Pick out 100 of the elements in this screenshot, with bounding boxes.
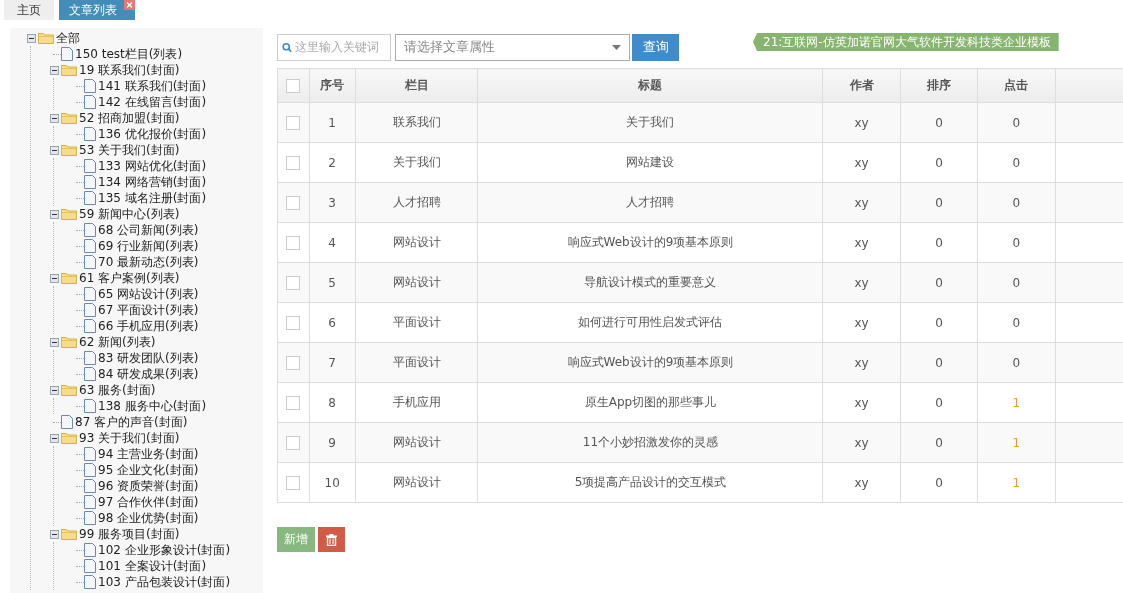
tree-item[interactable]: 59 新闻中心(列表) <box>79 205 180 223</box>
page-icon <box>84 367 96 381</box>
tree-item[interactable]: 95 企业文化(封面) <box>98 461 199 479</box>
tree-item[interactable]: 135 域名注册(封面) <box>98 189 207 207</box>
page-icon <box>84 95 96 109</box>
checkbox[interactable] <box>286 355 301 370</box>
index-cell: 3 <box>309 182 356 223</box>
column-header: 点击 <box>977 68 1056 103</box>
checkbox[interactable] <box>286 195 301 210</box>
checkbox[interactable] <box>286 315 301 330</box>
column-header: 栏目 <box>355 68 478 103</box>
collapse-icon[interactable] <box>49 113 59 123</box>
page-icon <box>84 175 96 189</box>
tree-item[interactable]: 101 全案设计(封面) <box>98 557 207 575</box>
folder-icon <box>61 112 77 124</box>
tab[interactable]: 文章列表 <box>59 0 135 20</box>
clicks-cell: 1 <box>977 422 1056 463</box>
tree-item[interactable]: 150 test栏目(列表) <box>75 45 183 63</box>
collapse-icon[interactable] <box>49 65 59 75</box>
page-icon <box>84 319 96 333</box>
title-cell: 关于我们 <box>477 102 823 143</box>
tree-item[interactable]: 70 最新动态(列表) <box>98 253 199 271</box>
tree-item[interactable]: 138 服务中心(封面) <box>98 397 207 415</box>
category-cell: 网站设计 <box>355 222 478 263</box>
query-button[interactable]: 查询 <box>632 33 679 61</box>
tree-item[interactable]: 62 新闻(列表) <box>79 333 156 351</box>
tree-item[interactable]: 94 主营业务(封面) <box>98 445 199 463</box>
tree-item[interactable]: 53 关于我们(封面) <box>79 141 180 159</box>
tree-item[interactable]: 103 产品包装设计(封面) <box>98 573 231 591</box>
caret-icon <box>612 44 621 50</box>
collapse-icon[interactable] <box>49 209 59 219</box>
tree-item[interactable]: 83 研发团队(列表) <box>98 349 199 367</box>
page-icon <box>61 415 73 429</box>
tree-item[interactable]: 52 招商加盟(封面) <box>79 109 180 127</box>
folder-icon <box>61 208 77 220</box>
page-icon <box>84 511 96 525</box>
collapse-icon[interactable] <box>26 33 36 43</box>
clicks-cell: 0 <box>977 302 1056 343</box>
author-cell: xy <box>822 102 901 143</box>
tree-item[interactable]: 93 关于我们(封面) <box>79 429 180 447</box>
checkbox[interactable] <box>286 155 301 170</box>
tree-item[interactable]: 102 企业形象设计(封面) <box>98 541 231 559</box>
folder-icon <box>61 384 77 396</box>
tree-item[interactable]: 141 联系我们(封面) <box>98 77 207 95</box>
tree-item[interactable]: 67 平面设计(列表) <box>98 301 199 319</box>
tree-item[interactable]: 19 联系我们(封面) <box>79 61 180 79</box>
index-cell: 5 <box>309 262 356 303</box>
tree-item[interactable]: 96 资质荣誉(封面) <box>98 477 199 495</box>
title-cell: 5项提高产品设计的交互模式 <box>477 462 823 503</box>
author-cell: xy <box>822 142 901 183</box>
tree-item[interactable]: 69 行业新闻(列表) <box>98 237 199 255</box>
page-icon <box>84 479 96 493</box>
tree-item[interactable]: 全部 <box>56 29 80 47</box>
page-icon <box>84 79 96 93</box>
index-cell: 2 <box>309 142 356 183</box>
index-cell: 6 <box>309 302 356 343</box>
collapse-icon[interactable] <box>49 433 59 443</box>
page-icon <box>84 399 96 413</box>
collapse-icon[interactable] <box>49 145 59 155</box>
collapse-icon[interactable] <box>49 529 59 539</box>
folder-icon <box>61 272 77 284</box>
tree-item[interactable]: 87 客户的声音(封面) <box>75 413 188 431</box>
checkbox[interactable] <box>286 115 301 130</box>
search-field[interactable]: 这里输入关键词 <box>277 33 391 61</box>
tree-item[interactable]: 61 客户案例(列表) <box>79 269 180 287</box>
checkbox[interactable] <box>286 275 301 290</box>
collapse-icon[interactable] <box>49 273 59 283</box>
tree-item[interactable]: 97 合作伙伴(封面) <box>98 493 199 511</box>
tree-item[interactable]: 133 网站优化(封面) <box>98 157 207 175</box>
tab[interactable]: 主页 <box>4 0 54 20</box>
trash-icon <box>326 533 337 546</box>
tree-item[interactable]: 66 手机应用(列表) <box>98 317 199 335</box>
tree-item[interactable]: 65 网站设计(列表) <box>98 285 199 303</box>
clicks-cell: 0 <box>977 142 1056 183</box>
collapse-icon[interactable] <box>49 385 59 395</box>
delete-button[interactable] <box>318 527 345 552</box>
author-cell: xy <box>822 262 901 303</box>
tree-item[interactable]: 98 企业优势(封面) <box>98 509 199 527</box>
checkbox[interactable] <box>286 235 301 250</box>
tree-item[interactable]: 99 服务项目(封面) <box>79 525 180 543</box>
close-icon[interactable] <box>124 0 135 10</box>
checkbox[interactable] <box>286 475 301 490</box>
attribute-select[interactable]: 请选择文章属性 <box>395 33 630 61</box>
tree-item[interactable]: 134 网络营销(封面) <box>98 173 207 191</box>
checkbox[interactable] <box>286 435 301 450</box>
tree-item[interactable]: 68 公司新闻(列表) <box>98 221 199 239</box>
checkbox[interactable] <box>286 395 301 410</box>
folder-icon <box>61 432 77 444</box>
title-cell: 导航设计模式的重要意义 <box>477 262 823 303</box>
collapse-icon[interactable] <box>49 337 59 347</box>
clicks-cell: 0 <box>977 222 1056 263</box>
tree-item[interactable]: 63 服务(封面) <box>79 381 156 399</box>
author-cell: xy <box>822 462 901 503</box>
checkbox[interactable] <box>286 78 301 93</box>
tree-item[interactable]: 84 研发成果(列表) <box>98 365 199 383</box>
page-icon <box>84 447 96 461</box>
tree-item[interactable]: 136 优化报价(封面) <box>98 125 207 143</box>
index-cell: 1 <box>309 102 356 143</box>
tree-item[interactable]: 142 在线留言(封面) <box>98 93 207 111</box>
page-icon <box>84 351 96 365</box>
